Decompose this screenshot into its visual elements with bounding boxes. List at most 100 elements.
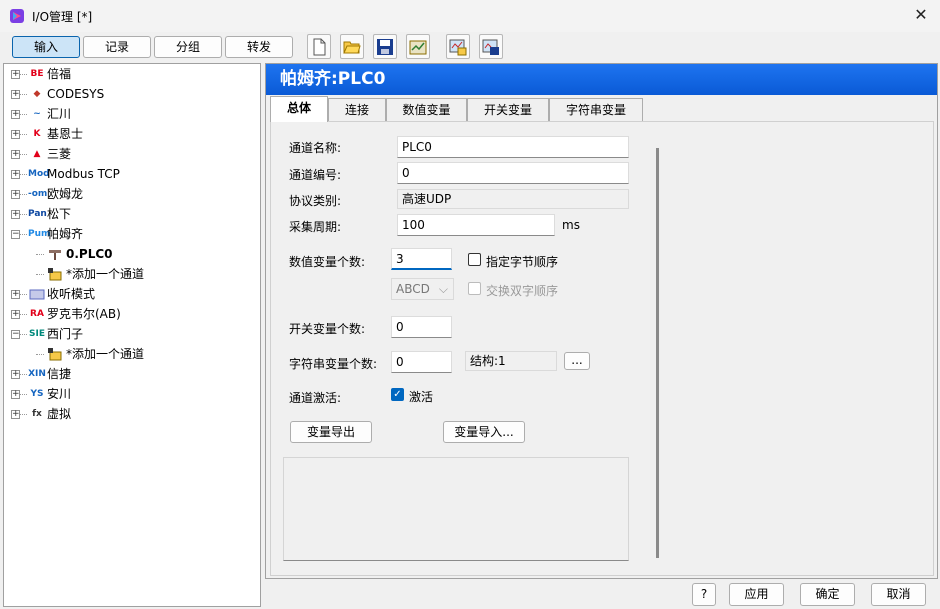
tree-item[interactable]: *添加一个通道: [4, 265, 254, 283]
tree-item[interactable]: 0.PLC0: [4, 245, 254, 263]
apply-button[interactable]: 应用: [729, 583, 784, 606]
tab-group[interactable]: 分组: [154, 36, 222, 58]
struct-more-button[interactable]: ...: [564, 352, 590, 370]
tree-item[interactable]: + K 基恩士: [4, 125, 254, 143]
import-icon[interactable]: [446, 34, 470, 59]
export-vars-button[interactable]: 变量导出: [290, 421, 372, 443]
brand-sie-icon: SIE: [29, 329, 45, 339]
expand-icon[interactable]: +: [11, 390, 20, 399]
tree-item[interactable]: + fx 虚拟: [4, 405, 254, 423]
tree-item[interactable]: − SIE 西门子: [4, 325, 254, 343]
tree-item-label: 倍福: [47, 67, 72, 81]
brand-k-icon: K: [33, 129, 41, 139]
tree-item[interactable]: + XIN 信捷: [4, 365, 254, 383]
help-button[interactable]: ?: [692, 583, 716, 606]
tree-item-label: 帕姆齐: [47, 227, 84, 241]
brand-om-icon: -om: [28, 189, 48, 199]
collapse-icon[interactable]: −: [11, 330, 20, 339]
swap-dword-checkbox[interactable]: [468, 282, 481, 295]
expand-icon[interactable]: +: [11, 190, 20, 199]
expand-icon[interactable]: +: [11, 370, 20, 379]
byte-order-checkbox[interactable]: [468, 253, 481, 266]
expand-icon[interactable]: +: [11, 210, 20, 219]
tree-item[interactable]: + 收听模式: [4, 285, 254, 303]
settings-icon[interactable]: [479, 34, 503, 59]
brand-lis-icon: [28, 287, 46, 301]
brand-mod-icon: Mod: [28, 169, 50, 179]
switch-count-label: 开关变量个数:: [289, 322, 366, 336]
expand-icon[interactable]: +: [11, 410, 20, 419]
tree-item[interactable]: *添加一个通道: [4, 345, 254, 363]
brand-ra-icon: RA: [30, 309, 44, 319]
tree-item-label: 虚拟: [47, 407, 72, 421]
tree-item[interactable]: + Pan 松下: [4, 205, 254, 223]
channel-name-input[interactable]: PLC0: [397, 136, 629, 158]
chevron-down-icon: ⌵: [438, 282, 448, 296]
expand-icon[interactable]: +: [11, 150, 20, 159]
tree-item-label: 松下: [47, 207, 72, 221]
expand-icon[interactable]: +: [11, 70, 20, 79]
tree-item-label: 西门子: [47, 327, 84, 341]
expand-icon[interactable]: +: [11, 170, 20, 179]
brand-ys-icon: YS: [30, 389, 44, 399]
brand--icon: ▲: [33, 149, 41, 159]
switch-count-input[interactable]: 0: [391, 316, 452, 338]
export-icon[interactable]: [406, 34, 430, 59]
tree-item-label: 欧姆龙: [47, 187, 84, 201]
app-icon: [10, 9, 24, 23]
open-folder-icon[interactable]: [340, 34, 364, 59]
tree-item-label: 基恩士: [47, 127, 84, 141]
device-tree[interactable]: + BE 倍福 + ◆ CODESYS + ~ 汇川 + K 基恩士 + ▲ 三菱 + Mod Modbus TC…: [3, 63, 261, 607]
tree-item[interactable]: + -om 欧姆龙: [4, 185, 254, 203]
cancel-button[interactable]: 取消: [871, 583, 926, 606]
expand-icon[interactable]: +: [11, 310, 20, 319]
general-tab-content: 通道名称: PLC0 通道编号: 0 协议类别: 高速UDP 采集周期: 100…: [270, 121, 934, 576]
activate-label: 通道激活:: [289, 391, 342, 405]
period-input[interactable]: 100: [397, 214, 555, 236]
numeric-count-input[interactable]: 3: [391, 248, 452, 270]
tab-switch-vars[interactable]: 开关变量: [467, 98, 549, 121]
tab-record[interactable]: 记录: [83, 36, 151, 58]
tab-numeric-vars[interactable]: 数值变量: [386, 98, 467, 121]
numeric-count-label: 数值变量个数:: [289, 255, 366, 269]
brand-xin-icon: XIN: [28, 369, 46, 379]
tree-item[interactable]: + YS 安川: [4, 385, 254, 403]
save-icon[interactable]: [373, 34, 397, 59]
tab-string-vars[interactable]: 字符串变量: [549, 98, 643, 121]
close-icon[interactable]: ✕: [908, 4, 934, 26]
tab-forward[interactable]: 转发: [225, 36, 293, 58]
expand-icon[interactable]: +: [11, 290, 20, 299]
tree-item[interactable]: + BE 倍福: [4, 65, 254, 83]
tree-item-label: 收听模式: [47, 287, 96, 301]
tree-item[interactable]: + Mod Modbus TCP: [4, 165, 254, 183]
panel-title: 帕姆齐:PLC0: [266, 64, 937, 95]
activate-check-label: 激活: [409, 390, 434, 404]
import-vars-button[interactable]: 变量导入...: [443, 421, 525, 443]
expand-icon[interactable]: +: [11, 90, 20, 99]
ok-button[interactable]: 确定: [800, 583, 855, 606]
swap-dword-label: 交换双字顺序: [486, 284, 559, 298]
channel-panel: 帕姆齐:PLC0 总体 连接 数值变量 开关变量 字符串变量 通道名称: PLC…: [265, 63, 938, 579]
tree-item[interactable]: − Pum 帕姆齐: [4, 225, 254, 243]
tab-input[interactable]: 输入: [12, 36, 80, 58]
tree-item-label: 三菱: [47, 147, 72, 161]
tree-item[interactable]: + RA 罗克韦尔(AB): [4, 305, 254, 323]
channel-number-input[interactable]: 0: [397, 162, 629, 184]
tree-item-label: 罗克韦尔(AB): [47, 307, 121, 321]
tree-item[interactable]: + ▲ 三菱: [4, 145, 254, 163]
new-file-icon[interactable]: [307, 34, 331, 59]
tab-general[interactable]: 总体: [270, 96, 328, 122]
string-count-input[interactable]: 0: [391, 351, 452, 373]
tree-item-label: 信捷: [47, 367, 72, 381]
byte-order-select[interactable]: ABCD ⌵: [391, 278, 454, 300]
tree-item-label: 汇川: [47, 107, 72, 121]
channel-name-label: 通道名称:: [289, 141, 342, 155]
byte-order-label: 指定字节顺序: [486, 255, 559, 269]
activate-checkbox[interactable]: ✓: [391, 388, 404, 401]
collapse-icon[interactable]: −: [11, 230, 20, 239]
tree-item[interactable]: + ◆ CODESYS: [4, 85, 254, 103]
tree-item[interactable]: + ~ 汇川: [4, 105, 254, 123]
expand-icon[interactable]: +: [11, 130, 20, 139]
tab-connection[interactable]: 连接: [328, 98, 386, 121]
expand-icon[interactable]: +: [11, 110, 20, 119]
